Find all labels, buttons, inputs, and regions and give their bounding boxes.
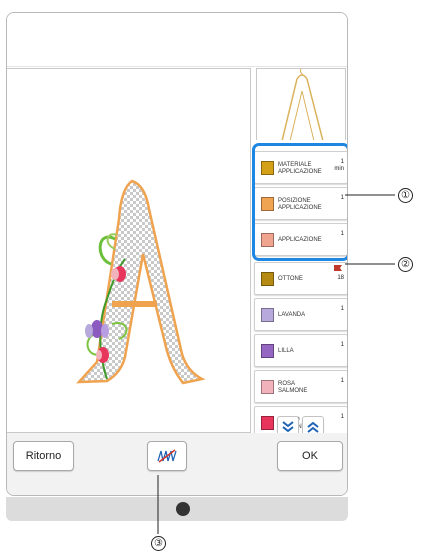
- top-bar: [7, 13, 347, 67]
- thread-name: OTTONE: [278, 276, 303, 282]
- thread-swatch: [261, 344, 274, 358]
- embroidery-letter-a: [76, 179, 206, 385]
- thread-swatch: [261, 380, 274, 394]
- double-chevron-up-icon: [307, 421, 319, 433]
- thread-count: 1: [340, 342, 344, 348]
- thread-count: 18: [337, 275, 344, 281]
- ok-button[interactable]: OK: [277, 441, 343, 471]
- thread-name: ROSA SALMONE: [278, 380, 308, 394]
- pattern-preview: [7, 68, 251, 433]
- thread-trim-button[interactable]: [147, 441, 187, 471]
- thread-swatch: [261, 272, 274, 286]
- back-button[interactable]: Ritorno: [13, 441, 74, 471]
- thread-trim-icon: [157, 449, 177, 463]
- thread-name: LILLA: [278, 348, 294, 354]
- thread-item-lavanda[interactable]: LAVANDA 1: [254, 298, 347, 331]
- callout-2: ②: [398, 257, 413, 272]
- embroidery-screen: MATERIALE APPLICAZIONE 1 min POSIZIONE AP…: [6, 12, 348, 496]
- thread-item-ottone[interactable]: OTTONE 18: [254, 262, 347, 295]
- pattern-thumbnail: [256, 68, 346, 140]
- applique-selection-highlight: [252, 143, 347, 261]
- thread-item-lilla[interactable]: LILLA 1: [254, 334, 347, 367]
- status-bar: [6, 497, 348, 521]
- thread-count: 1: [340, 306, 344, 312]
- thread-item-rosa-salmone[interactable]: ROSA SALMONE 1: [254, 370, 347, 403]
- thread-count: 1: [340, 414, 344, 420]
- thread-swatch: [261, 308, 274, 322]
- clock-icon: [176, 502, 190, 516]
- callout-1: ①: [398, 188, 413, 203]
- double-chevron-down-icon: [282, 421, 294, 433]
- thread-swatch: [261, 416, 274, 430]
- thread-name: LAVANDA: [278, 312, 306, 318]
- thread-count: 1: [340, 378, 344, 384]
- callout-3: ③: [151, 536, 166, 551]
- flag-icon: [334, 265, 342, 271]
